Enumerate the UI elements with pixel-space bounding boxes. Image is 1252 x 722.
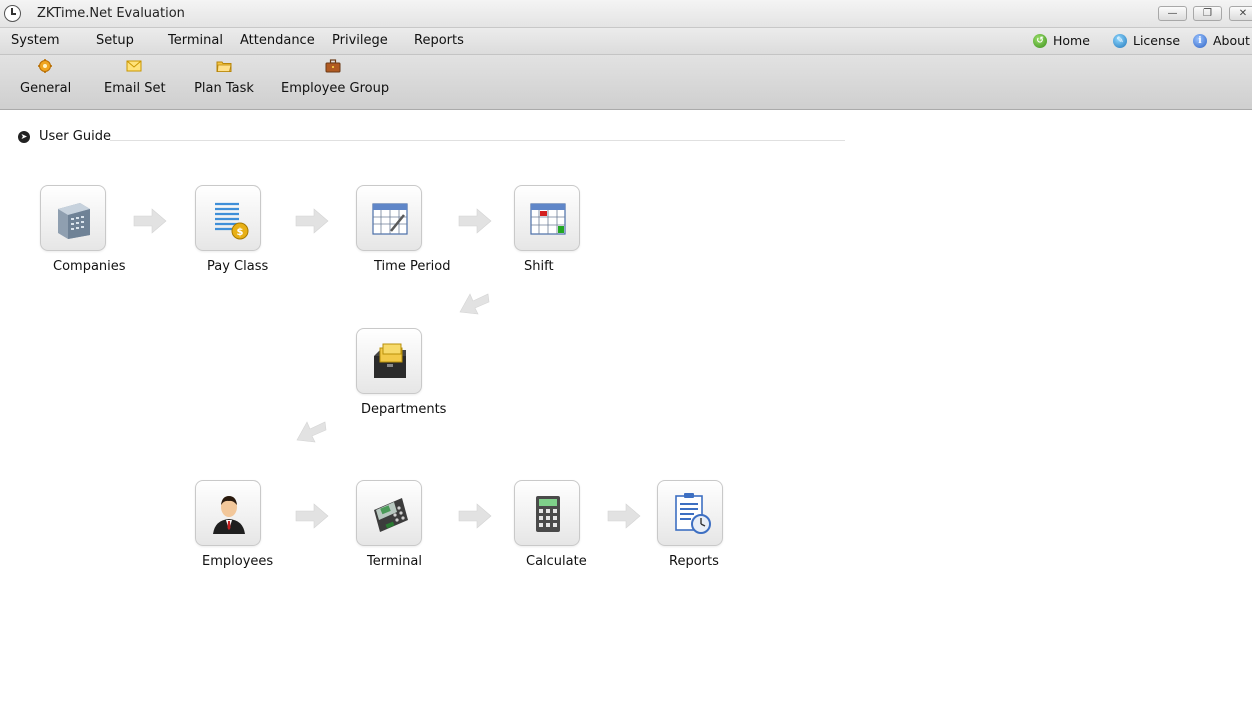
pay-class-node[interactable]: $ [195,185,261,251]
home-icon: ↺ [1033,33,1047,48]
license-link[interactable]: ✎ License [1113,33,1180,48]
menu-privilege[interactable]: Privilege [332,33,388,48]
arrow-right-icon [458,208,492,234]
arrow-right-icon [295,503,329,529]
expand-bullet-icon[interactable]: ➤ [18,131,30,143]
calculate-node[interactable] [514,480,580,546]
arrow-right-icon [607,503,641,529]
shift-node[interactable] [514,185,580,251]
general-label: General [20,81,72,96]
terminal-label: Terminal [367,554,422,569]
terminal-node[interactable] [356,480,422,546]
shift-label: Shift [524,259,554,274]
toolbar: General Email Set Plan Task Employee Gro… [0,55,1252,110]
home-link[interactable]: ↺ Home [1033,33,1090,48]
arrow-right-icon [295,208,329,234]
menu-system[interactable]: System [11,33,59,48]
arrow-right-icon [458,503,492,529]
departments-label: Departments [361,402,447,417]
pay-class-label: Pay Class [207,259,269,274]
calendar-icon [530,203,566,235]
user-guide-title: User Guide [39,129,111,144]
menu-bar: System Setup Terminal Attendance Privile… [0,28,1252,55]
arrow-right-icon [133,208,167,234]
employee-group-button[interactable]: Employee Group [281,59,390,96]
employee-group-label: Employee Group [281,81,390,96]
info-icon: i [1193,33,1207,48]
minimize-button[interactable]: — [1158,6,1187,21]
companies-node[interactable] [40,185,106,251]
license-label: License [1133,33,1181,48]
license-icon: ✎ [1113,33,1127,48]
report-clock-icon [675,493,711,534]
svg-text:$: $ [237,227,244,238]
menu-attendance[interactable]: Attendance [240,33,315,48]
plan-task-button[interactable]: Plan Task [193,59,255,96]
about-label: About [1213,33,1250,48]
user-guide-header: ➤ User Guide [18,129,845,144]
divider [110,140,845,141]
general-button[interactable]: General [20,59,72,96]
menu-setup[interactable]: Setup [96,33,134,48]
terminal-device-icon [374,498,408,532]
calculate-label: Calculate [526,554,587,569]
restore-button[interactable]: ❐ [1193,6,1222,21]
clock-app-icon [4,5,21,22]
title-bar: ZKTime.Net Evaluation — ❐ ✕ [0,0,1252,28]
reports-node[interactable] [657,480,723,546]
companies-label: Companies [53,259,126,274]
calculator-icon [536,496,560,532]
email-set-label: Email Set [104,81,166,96]
person-icon [213,496,245,534]
arrow-down-left-icon [459,293,490,315]
arrow-down-left-icon [296,421,327,443]
plan-task-label: Plan Task [194,81,254,96]
employees-node[interactable] [195,480,261,546]
close-button[interactable]: ✕ [1229,6,1252,21]
folder-icon [216,61,232,72]
reports-label: Reports [669,554,719,569]
menu-terminal[interactable]: Terminal [168,33,223,48]
file-box-icon [374,343,406,378]
home-label: Home [1053,33,1090,48]
time-period-node[interactable] [356,185,422,251]
envelope-icon [126,60,142,72]
briefcase-icon [325,59,340,73]
calendar-edit-icon [372,203,408,235]
departments-node[interactable] [356,328,422,394]
employees-label: Employees [202,554,274,569]
gear-icon [38,59,52,73]
pay-list-icon: $ [215,202,249,240]
building-icon [58,203,90,239]
menu-reports[interactable]: Reports [414,33,464,48]
about-link[interactable]: i About [1193,33,1250,48]
time-period-label: Time Period [374,259,451,274]
window-title: ZKTime.Net Evaluation [37,6,185,21]
email-set-button[interactable]: Email Set [104,59,166,96]
